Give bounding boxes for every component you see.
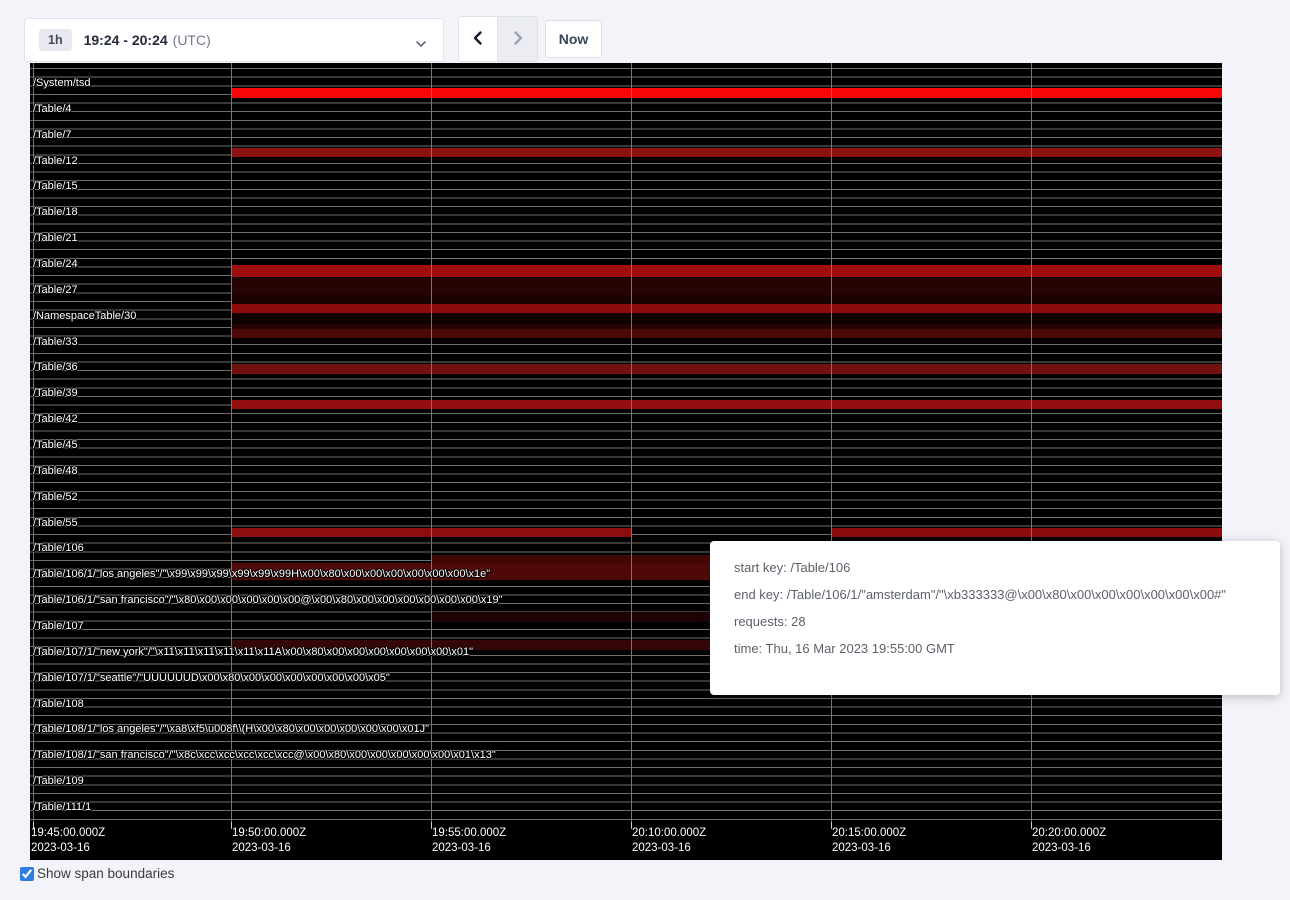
vertical-gridline — [431, 63, 432, 822]
axis-tick-label: 19:45:00.000Z2023-03-16 — [31, 826, 105, 856]
row-label: /Table/107/1/"new york"/"\x11\x11\x11\x1… — [33, 646, 473, 658]
heat-band[interactable] — [231, 329, 1222, 338]
show-span-boundaries-label[interactable]: Show span boundaries — [37, 866, 174, 881]
row-label: /Table/108 — [33, 698, 84, 710]
prev-time-button[interactable] — [459, 17, 498, 61]
axis-tick-label: 19:50:00.000Z2023-03-16 — [232, 826, 306, 856]
row-label: /Table/39 — [33, 387, 78, 399]
row-label: /System/tsd — [33, 77, 90, 89]
toolbar: 1h 19:24 - 20:24 (UTC) Now — [0, 0, 1290, 62]
chevron-down-icon — [415, 36, 427, 54]
time-range-badge: 1h — [39, 29, 72, 51]
next-time-button[interactable] — [498, 17, 537, 61]
footer-controls: Show span boundaries — [20, 866, 174, 881]
heat-band[interactable] — [231, 364, 1222, 374]
row-label: /Table/55 — [33, 517, 78, 529]
row-label: /Table/27 — [33, 284, 78, 296]
row-label: /Table/33 — [33, 336, 78, 348]
heat-band[interactable] — [231, 265, 1222, 277]
vertical-gridline — [831, 63, 832, 822]
now-button[interactable]: Now — [545, 20, 602, 58]
row-label: /Table/18 — [33, 206, 78, 218]
heat-band[interactable] — [831, 528, 1222, 537]
heat-band[interactable] — [231, 148, 1222, 157]
time-range-select[interactable]: 1h 19:24 - 20:24 (UTC) — [24, 18, 444, 62]
row-label: /Table/111/1 — [33, 801, 91, 813]
heat-band[interactable] — [231, 278, 1222, 295]
row-label: /Table/21 — [33, 232, 78, 244]
row-label: /Table/15 — [33, 180, 78, 192]
row-label: /Table/48 — [33, 465, 78, 477]
row-label: /Table/24 — [33, 258, 78, 270]
chevron-left-icon — [471, 30, 485, 49]
row-label: /Table/106/1/"san francisco"/"\x80\x00\x… — [33, 594, 503, 606]
heat-band[interactable] — [231, 313, 1222, 324]
vertical-gridline — [1031, 63, 1032, 822]
span-tooltip: start key: /Table/106 end key: /Table/106… — [710, 541, 1280, 695]
heat-band[interactable] — [231, 304, 1222, 313]
vertical-gridline — [631, 63, 632, 822]
row-label: /Table/42 — [33, 413, 78, 425]
vertical-gridline — [231, 63, 232, 822]
tooltip-line: end key: /Table/106/1/"amsterdam"/"\xb33… — [734, 587, 1280, 602]
heatmap-rows-area: /System/tsd/Table/4/Table/7/Table/12/Tab… — [30, 63, 1222, 822]
row-label: /Table/107/1/"seattle"/"UUUUUUD\x00\x80\… — [33, 672, 390, 684]
time-axis: 19:45:00.000Z2023-03-16 19:50:00.000Z2023… — [30, 822, 1222, 860]
row-label: /Table/12 — [33, 155, 78, 167]
row-label: /Table/107 — [33, 620, 84, 632]
row-label: /Table/45 — [33, 439, 78, 451]
axis-tick-label: 20:20:00.000Z2023-03-16 — [1032, 826, 1106, 856]
key-visualizer-canvas[interactable]: /System/tsd/Table/4/Table/7/Table/12/Tab… — [30, 63, 1222, 860]
row-label: /Table/36 — [33, 361, 78, 373]
show-span-boundaries-checkbox[interactable] — [20, 867, 34, 881]
time-range-suffix: (UTC) — [173, 32, 211, 48]
heat-band[interactable] — [231, 400, 1222, 409]
row-label: /NamespaceTable/30 — [33, 310, 136, 322]
tooltip-line: requests: 28 — [734, 614, 1280, 629]
heat-band[interactable] — [231, 88, 1222, 98]
row-label: /Table/106 — [33, 542, 84, 554]
row-label: /Table/52 — [33, 491, 78, 503]
time-range-text: 19:24 - 20:24 — [84, 32, 168, 48]
row-label: /Table/7 — [33, 129, 72, 141]
axis-tick-label: 20:15:00.000Z2023-03-16 — [832, 826, 906, 856]
axis-tick-label: 20:10:00.000Z2023-03-16 — [632, 826, 706, 856]
time-nav-group — [458, 16, 538, 62]
row-label: /Table/4 — [33, 103, 72, 115]
heat-band[interactable] — [231, 295, 1222, 304]
tooltip-line: time: Thu, 16 Mar 2023 19:55:00 GMT — [734, 641, 1280, 656]
row-label: /Table/109 — [33, 775, 84, 787]
row-label: /Table/108/1/"los angeles"/"\xa8\xf5\u00… — [33, 723, 429, 735]
chevron-right-icon — [511, 30, 525, 49]
row-label: /Table/106/1/"los angeles"/"\x99\x99\x99… — [33, 568, 490, 580]
tooltip-line: start key: /Table/106 — [734, 560, 1280, 575]
axis-tick-label: 19:55:00.000Z2023-03-16 — [432, 826, 506, 856]
row-label: /Table/108/1/"san francisco"/"\x8c\xcc\x… — [33, 749, 496, 761]
